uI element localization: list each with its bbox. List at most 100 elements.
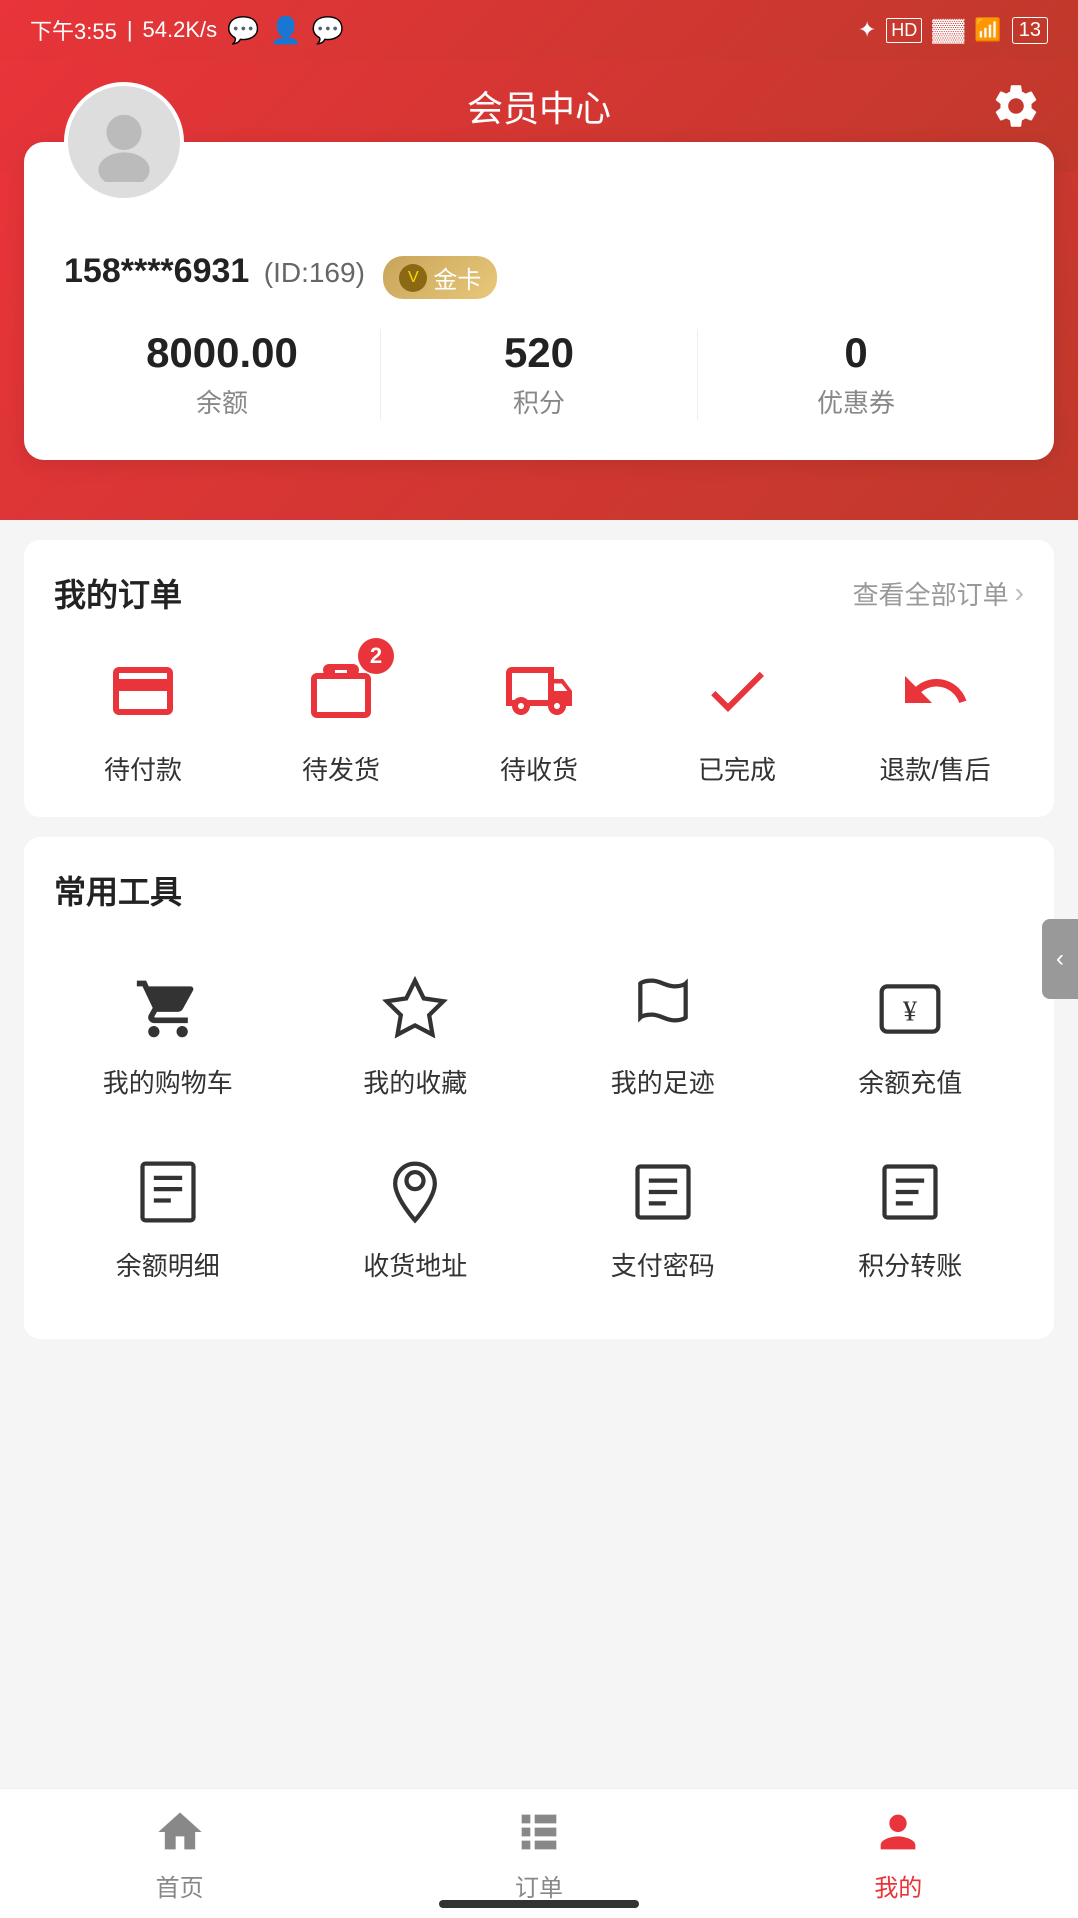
balance-detail-label: 余额明细 [116,1246,220,1283]
svg-text:¥: ¥ [903,997,918,1028]
arrow-icon: › [1015,577,1024,609]
app-icon2: 💬 [312,15,344,46]
order-item-refund[interactable]: 退款/售后 [836,646,1034,787]
tools-title: 常用工具 [54,867,182,913]
cart-icon [128,969,208,1049]
profile-card: 158****6931 (ID:169) V 金卡 8000.00 余额 520… [24,142,1054,460]
home-label: 首页 [156,1868,204,1903]
nav-orders[interactable]: 订单 [359,1804,718,1903]
nav-profile[interactable]: 我的 [719,1804,1078,1903]
cart-label: 我的购物车 [103,1063,233,1100]
star-icon [375,969,455,1049]
bottom-nav: 首页 订单 我的 [0,1788,1078,1918]
status-time: 下午3:55 [30,14,117,46]
topup-icon: ¥ [870,969,950,1049]
home-icon [152,1804,208,1860]
tools-header: 常用工具 [44,867,1034,913]
app-icon1: 👤 [270,15,302,46]
avatar[interactable] [64,82,184,202]
settings-button[interactable] [990,80,1042,142]
member-badge-icon: V [399,264,427,292]
status-divider: | [127,17,133,43]
order-item-completed[interactable]: 已完成 [638,646,836,787]
favorites-label: 我的收藏 [363,1063,467,1100]
side-handle-arrow: ‹ [1056,945,1064,973]
profile-nav-icon [870,1804,926,1860]
avatar-container [64,82,184,202]
tool-cart[interactable]: 我的购物车 [44,953,292,1116]
pending-ship-badge: 2 [358,638,394,674]
balance-stat[interactable]: 8000.00 余额 [64,329,380,420]
address-label: 收货地址 [363,1246,467,1283]
tool-balance-detail[interactable]: 余额明细 [44,1136,292,1299]
user-phone: 158****6931 [64,252,249,290]
refund-icon-wrap [890,646,980,736]
order-item-pending-receive[interactable]: 待收货 [440,646,638,787]
wifi-icon: 📶 [974,17,1001,43]
view-all-orders-link[interactable]: 查看全部订单 › [853,575,1024,612]
orders-header: 我的订单 查看全部订单 › [44,570,1034,616]
refund-label: 退款/售后 [879,750,990,787]
user-info: 158****6931 (ID:169) V 金卡 [64,252,1014,299]
detail-icon [128,1152,208,1232]
completed-label: 已完成 [698,750,776,787]
member-level: 金卡 [433,260,481,295]
status-bar: 下午3:55 | 54.2K/s 💬 👤 💬 ✦ HD ▓▓ 📶 13 [0,0,1078,60]
tools-section: 常用工具 我的购物车 我的收藏 [24,837,1054,1339]
tool-pay-password[interactable]: 支付密码 [539,1136,787,1299]
address-icon [375,1152,455,1232]
profile-nav-label: 我的 [874,1868,922,1903]
status-left: 下午3:55 | 54.2K/s 💬 👤 💬 [30,14,344,46]
stats-row: 8000.00 余额 520 积分 0 优惠券 [64,329,1014,420]
pending-payment-icon [103,651,183,731]
points-stat[interactable]: 520 积分 [381,329,697,420]
tool-favorites[interactable]: 我的收藏 [292,953,540,1116]
order-items: 待付款 2 待发货 [44,646,1034,787]
flag-icon [623,969,703,1049]
tool-points-transfer[interactable]: 积分转账 [787,1136,1035,1299]
refund-icon [895,651,975,731]
pending-ship-label: 待发货 [302,750,380,787]
coupons-value: 0 [698,329,1014,377]
footprint-label: 我的足迹 [611,1063,715,1100]
tool-address[interactable]: 收货地址 [292,1136,540,1299]
order-item-pending-ship[interactable]: 2 待发货 [242,646,440,787]
pending-receive-label: 待收货 [500,750,578,787]
tool-topup[interactable]: ¥ 余额充值 [787,953,1035,1116]
pending-receive-icon [499,651,579,731]
page-title: 会员中心 [467,88,611,129]
order-item-pending-payment[interactable]: 待付款 [44,646,242,787]
orders-nav-label: 订单 [515,1868,563,1903]
side-handle[interactable]: ‹ [1042,919,1078,999]
pending-receive-icon-wrap [494,646,584,736]
orders-title: 我的订单 [54,570,182,616]
pay-password-label: 支付密码 [611,1246,715,1283]
pending-payment-icon-wrap [98,646,188,736]
hd-label: HD [886,18,922,43]
signal-icon: ▓▓ [932,17,964,43]
points-transfer-label: 积分转账 [858,1246,962,1283]
member-badge: V 金卡 [383,256,497,299]
points-label: 积分 [381,383,697,420]
points-value: 520 [381,329,697,377]
completed-icon-wrap [692,646,782,736]
balance-value: 8000.00 [64,329,380,377]
pending-payment-label: 待付款 [104,750,182,787]
battery-icon: 13 [1012,17,1048,44]
order-nav-icon [511,1804,567,1860]
completed-icon [697,651,777,731]
transfer-icon [870,1152,950,1232]
pending-ship-icon-wrap: 2 [296,646,386,736]
tool-footprint[interactable]: 我的足迹 [539,953,787,1116]
status-speed: 54.2K/s [143,17,218,43]
gray-area [0,1359,1078,1759]
balance-label: 余额 [64,383,380,420]
nav-home[interactable]: 首页 [0,1804,359,1903]
wechat-icon: 💬 [227,15,259,46]
coupons-stat[interactable]: 0 优惠券 [698,329,1014,420]
password-icon [623,1152,703,1232]
tools-grid: 我的购物车 我的收藏 我的足迹 [44,943,1034,1309]
bluetooth-icon: ✦ [858,17,876,43]
bottom-indicator [439,1900,639,1908]
content-area: 158****6931 (ID:169) V 金卡 8000.00 余额 520… [0,142,1078,1899]
